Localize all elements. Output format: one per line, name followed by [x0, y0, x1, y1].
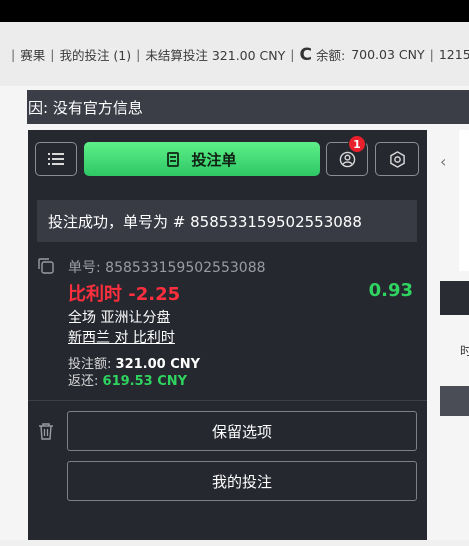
divider	[28, 400, 427, 401]
balance-value: 700.03 CNY	[351, 46, 425, 62]
results-link[interactable]: 赛果	[20, 45, 45, 64]
separator: |	[50, 46, 55, 62]
account-info-bar: | 赛果 | 我的投注 (1) | 未结算投注 321.00 CNY | C 余…	[0, 22, 469, 86]
bet-match-link[interactable]: 新西兰 对 比利时	[68, 327, 175, 347]
return-value: 619.53 CNY	[102, 374, 188, 389]
separator: |	[290, 46, 295, 62]
notice-text: 因: 没有官方信息	[28, 98, 143, 117]
separator: |	[136, 46, 141, 62]
right-grey-button[interactable]	[440, 386, 469, 416]
bet-number-label: 单号:	[68, 260, 101, 276]
truncated-info: 1215	[438, 46, 469, 62]
separator: |	[11, 46, 16, 62]
my-bets-link[interactable]: 我的投注 (1)	[59, 45, 131, 64]
balance-label: 余额:	[315, 47, 346, 63]
keep-selections-button[interactable]: 保留选项	[67, 411, 417, 451]
my-bets-label: 我的投注	[211, 472, 272, 491]
copy-icon[interactable]	[38, 258, 54, 274]
gear-icon	[389, 150, 405, 168]
list-icon	[48, 153, 64, 165]
right-content-card	[459, 130, 469, 271]
bet-success-message: 投注成功，单号为 # 858533159502553088	[37, 200, 417, 242]
chevron-left-icon[interactable]: ‹	[440, 152, 446, 171]
bet-list-button[interactable]	[35, 142, 77, 176]
betslip-label: 投注单	[191, 150, 237, 169]
right-dark-button[interactable]	[440, 281, 469, 315]
betslip-icon	[167, 151, 180, 167]
settings-button[interactable]	[375, 142, 419, 176]
notification-badge: 1	[348, 135, 366, 153]
separator: |	[429, 46, 434, 62]
unsettled-bets-link[interactable]: 未结算投注 321.00 CNY	[145, 45, 285, 64]
return-label: 返还:	[68, 374, 99, 389]
success-text: 投注成功，单号为 # 858533159502553088	[48, 212, 362, 231]
bet-selection: 比利时 -2.25	[68, 284, 181, 305]
my-bets-button[interactable]: 我的投注	[67, 461, 417, 501]
trash-icon[interactable]	[38, 422, 54, 440]
bet-market: 全场 亚洲让分盘	[68, 310, 171, 326]
return-row: 返还: 619.53 CNY	[68, 370, 187, 389]
betslip-panel: 投注单 1 投注成功，单号为 # 858533159502553088 单号: …	[28, 130, 427, 540]
top-black-bar	[0, 0, 469, 22]
bet-odds: 0.93	[368, 280, 413, 301]
bet-number-value: 858533159502553088	[105, 260, 266, 276]
bottom-strip	[0, 540, 469, 546]
bet-number: 单号: 858533159502553088	[68, 257, 266, 277]
refresh-icon[interactable]: C	[299, 45, 311, 65]
user-icon	[339, 151, 355, 167]
right-text-fragment: 时	[460, 344, 469, 358]
notice-banner: 因: 没有官方信息	[27, 90, 469, 124]
betslip-tab-button[interactable]: 投注单	[84, 142, 320, 176]
keep-selections-label: 保留选项	[211, 422, 272, 441]
